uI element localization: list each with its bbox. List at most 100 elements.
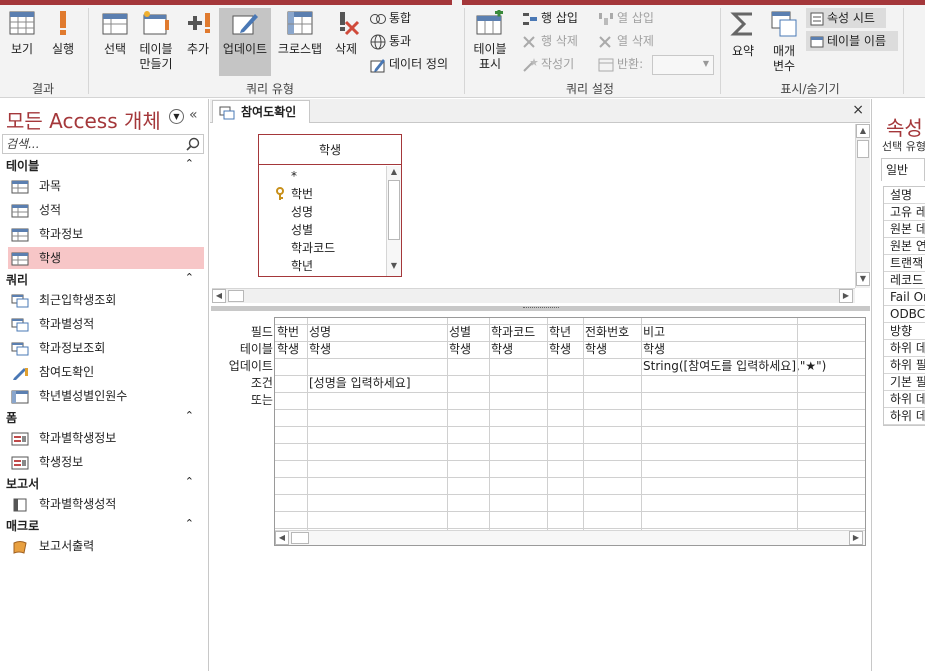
scroll-down-icon[interactable]: ▼ xyxy=(856,272,870,286)
nav-item-tables[interactable]: 학과정보 xyxy=(8,223,204,245)
select-query-button[interactable]: 선택 xyxy=(98,10,132,57)
field-item-primary-key[interactable]: 학번 xyxy=(291,185,313,203)
nav-section-reports[interactable]: 보고서 ⌃ xyxy=(6,475,204,493)
property-row[interactable]: 하위 필 xyxy=(884,357,925,374)
grid-cell-field[interactable]: 성별 xyxy=(447,324,489,341)
nav-item-tables[interactable]: 학생 xyxy=(8,247,204,269)
collapse-pane-icon[interactable]: « xyxy=(189,107,198,123)
property-row[interactable]: Fail On xyxy=(884,289,925,306)
nav-item-queries[interactable]: 학과정보조회 xyxy=(8,337,204,359)
grid-hscroll[interactable]: ◀ ▶ xyxy=(275,530,865,545)
collapse-chevron-icon[interactable]: ⌃ xyxy=(185,517,194,530)
nav-item-queries[interactable]: 학과별성적 xyxy=(8,313,204,335)
update-query-button[interactable]: 업데이트 xyxy=(219,8,271,76)
table-names-button[interactable]: 테이블 이름 xyxy=(806,31,898,51)
property-table[interactable]: 설명고유 레원본 데원본 연트랜잭레코드Fail OnODBC방향하위 데하위 … xyxy=(883,186,925,426)
scroll-thumb[interactable] xyxy=(291,532,309,544)
property-row[interactable]: 방향 xyxy=(884,323,925,340)
tab-query-chamyeodo[interactable]: 참여도확인 xyxy=(212,100,310,123)
nav-item-queries[interactable]: 참여도확인 xyxy=(8,361,204,383)
nav-section-forms[interactable]: 폼 ⌃ xyxy=(6,409,204,427)
delete-rows-button[interactable]: 행 삭제 xyxy=(522,31,578,51)
table-area-hscroll[interactable]: ◀ ▶ xyxy=(212,288,855,303)
property-row[interactable]: 기본 필 xyxy=(884,374,925,391)
nav-pane-title[interactable]: 모든 Access 개체 xyxy=(6,105,161,134)
data-definition-button[interactable]: 데이터 정의 xyxy=(370,54,448,74)
collapse-chevron-icon[interactable]: ⌃ xyxy=(185,271,194,284)
property-row[interactable]: 하위 데 xyxy=(884,340,925,357)
nav-section-macros[interactable]: 매크로 ⌃ xyxy=(6,517,204,535)
nav-item-tables[interactable]: 성적 xyxy=(8,199,204,221)
grid-cell-field[interactable]: 비고 xyxy=(641,324,857,341)
nav-menu-chevron-icon[interactable]: ▼ xyxy=(169,109,184,124)
field-item[interactable]: 성별 xyxy=(291,221,313,239)
property-row[interactable]: 하위 데 xyxy=(884,391,925,408)
run-button[interactable]: 실행 xyxy=(46,10,80,57)
delete-columns-button[interactable]: 열 삭제 xyxy=(598,31,654,51)
search-icon[interactable] xyxy=(186,137,200,151)
delete-query-button[interactable]: 삭제 xyxy=(330,10,362,57)
grid-cell-field[interactable]: 학과코드 xyxy=(489,324,547,341)
union-query-button[interactable]: 통합 xyxy=(370,8,411,28)
grid-cell-criteria[interactable]: [성명을 입력하세요] xyxy=(307,375,447,392)
close-tab-icon[interactable]: × xyxy=(852,102,864,118)
grid-cell-table[interactable]: 학생 xyxy=(275,341,307,358)
property-row[interactable]: 원본 데 xyxy=(884,221,925,238)
field-item[interactable]: 성명 xyxy=(291,203,313,221)
grid-cell-field[interactable]: 전화번호 xyxy=(583,324,641,341)
property-row[interactable]: 원본 연 xyxy=(884,238,925,255)
scroll-right-icon[interactable]: ▶ xyxy=(849,531,863,545)
builder-button[interactable]: 작성기 xyxy=(522,54,574,74)
property-sheet-button[interactable]: 속성 시트 xyxy=(806,8,886,28)
property-row[interactable]: 레코드 xyxy=(884,272,925,289)
show-table-button[interactable]: 테이블 표시 xyxy=(470,8,510,72)
grid-cell-table[interactable]: 학생 xyxy=(489,341,547,358)
crosstab-button[interactable]: 크로스탭 xyxy=(274,10,326,57)
field-list-scrollbar[interactable]: ▲ ▼ xyxy=(386,166,401,276)
field-item[interactable]: * xyxy=(291,167,297,185)
nav-section-tables[interactable]: 테이블 ⌃ xyxy=(6,157,204,175)
scroll-up-icon[interactable]: ▲ xyxy=(387,166,401,180)
table-area-vscroll[interactable]: ▲ ▼ xyxy=(855,124,870,288)
collapse-chevron-icon[interactable]: ⌃ xyxy=(185,157,194,170)
collapse-chevron-icon[interactable]: ⌃ xyxy=(185,475,194,488)
insert-rows-button[interactable]: 행 삽입 xyxy=(522,8,578,28)
field-list-student[interactable]: 학생 * 학번 성명 성별 학과코드 학년 ▲ ▼ xyxy=(258,134,402,277)
grid-cell-table[interactable]: 학생 xyxy=(583,341,641,358)
nav-section-queries[interactable]: 쿼리 ⌃ xyxy=(6,271,204,289)
nav-search-input[interactable]: 검색... xyxy=(2,134,204,154)
property-row[interactable]: 트랜잭 xyxy=(884,255,925,272)
property-row[interactable]: 고유 레 xyxy=(884,204,925,221)
return-dropdown[interactable]: ▼ xyxy=(652,55,714,75)
tab-general[interactable]: 일반 xyxy=(881,158,925,181)
field-item[interactable]: 학년 xyxy=(291,257,313,275)
property-row[interactable]: ODBC xyxy=(884,306,925,323)
passthrough-query-button[interactable]: 통과 xyxy=(370,31,411,51)
collapse-chevron-icon[interactable]: ⌃ xyxy=(185,409,194,422)
scroll-thumb[interactable] xyxy=(857,140,869,158)
grid-column-divider[interactable] xyxy=(797,318,798,530)
parameters-button[interactable]: 매개 변수 xyxy=(766,10,802,74)
property-row[interactable]: 하위 데 xyxy=(884,408,925,425)
grid-cell-table[interactable]: 학생 xyxy=(547,341,583,358)
nav-item-queries[interactable]: 학년별성별인원수 xyxy=(8,385,204,407)
insert-columns-button[interactable]: 열 삽입 xyxy=(598,8,654,28)
grid-cell-table[interactable]: 학생 xyxy=(447,341,489,358)
property-row[interactable]: 설명 xyxy=(884,187,925,204)
scroll-thumb[interactable] xyxy=(228,290,244,302)
append-button[interactable]: 추가 xyxy=(182,10,214,57)
scroll-left-icon[interactable]: ◀ xyxy=(275,531,289,545)
nav-item-reports[interactable]: 학과별학생성적 xyxy=(8,493,204,515)
query-design-grid[interactable]: 학번 학생 성명 학생 [성명을 입력하세요] 성별 학생 학과코드 학생 학년 학생 전화번호 학생 비… xyxy=(274,317,866,546)
scroll-right-icon[interactable]: ▶ xyxy=(839,289,853,303)
grid-cell-field[interactable]: 학번 xyxy=(275,324,307,341)
nav-item-queries[interactable]: 최근입학생조회 xyxy=(8,289,204,311)
nav-item-tables[interactable]: 과목 xyxy=(8,175,204,197)
view-button[interactable]: 보기 xyxy=(4,10,40,57)
nav-item-forms[interactable]: 학과별학생정보 xyxy=(8,427,204,449)
scroll-left-icon[interactable]: ◀ xyxy=(212,289,226,303)
scroll-thumb[interactable] xyxy=(388,180,400,240)
grid-cell-field[interactable]: 성명 xyxy=(307,324,447,341)
scroll-up-icon[interactable]: ▲ xyxy=(856,124,870,138)
field-list-title[interactable]: 학생 xyxy=(259,135,401,165)
